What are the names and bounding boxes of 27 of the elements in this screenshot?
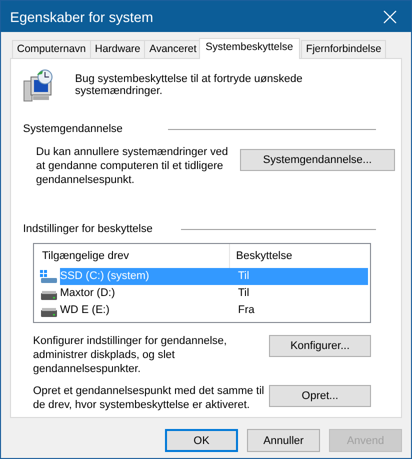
protection-status: Til [237, 269, 250, 284]
protection-status: Fra [237, 303, 254, 318]
system-drive-icon [40, 270, 58, 284]
restore-description: Du kan annullere systemændringer ved at gendanne computeren til et tidligere gendannelsespunkt. [36, 145, 229, 187]
action-button[interactable]: Konfigurer... [269, 335, 371, 357]
description-text: Bug systembeskyttelse til at fortryde uønskede systemændringer. [75, 72, 304, 97]
column-header[interactable]: Tilgængelige drev [34, 244, 230, 268]
drive-name: SSD (C:) (system) [59, 269, 150, 284]
action-description: Opret et gendannelsespunkt med det samme til de drev, hvor systembeskyttelse er aktiveret. [33, 384, 265, 412]
system-restore-button[interactable]: Systemgendannelse... [240, 149, 395, 171]
protection-status: Til [237, 286, 250, 301]
group-title: Indstillinger for beskyttelse [23, 223, 153, 235]
dialog-button[interactable]: OK [165, 429, 238, 452]
column-header[interactable]: Beskyttelse [230, 244, 292, 268]
close-icon[interactable] [383, 10, 397, 24]
action-button[interactable]: Opret... [269, 385, 371, 407]
tab[interactable]: Fjernforbindelse [301, 40, 386, 58]
drive-row[interactable]: Maxtor (D:) Til [34, 285, 368, 302]
drive-name: Maxtor (D:) [59, 286, 116, 301]
tab[interactable]: Systembeskyttelse [198, 38, 300, 59]
action-description: Konfigurer indstillinger for gendannelse, administrer diskplads, og slet gendannelsespunkter. [33, 334, 228, 376]
tab[interactable]: Computernavn [12, 40, 91, 58]
group-title: Systemgendannelse [23, 123, 123, 135]
dialog-button[interactable]: Annuller [247, 429, 320, 452]
window-title: Egenskaber for system [10, 8, 154, 24]
drive-name: WD E (E:) [59, 303, 110, 318]
drive-row[interactable]: WD E (E:) Fra [34, 302, 368, 319]
